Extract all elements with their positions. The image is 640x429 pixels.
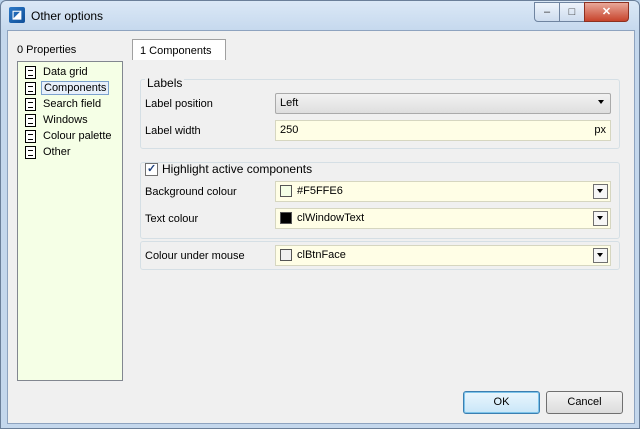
text-colour-value: clWindowText <box>297 212 365 224</box>
list-item[interactable]: Windows <box>23 113 115 128</box>
label-width-input[interactable]: 250 px <box>275 120 611 141</box>
maximize-button[interactable]: □ <box>559 2 585 22</box>
properties-label: 0 Properties <box>17 44 77 56</box>
dialog-client: 0 Properties Data grid Components Search… <box>7 30 635 424</box>
labels-group-title: Labels <box>145 76 185 90</box>
colour-under-mouse-select[interactable]: clBtnFace <box>275 245 611 266</box>
list-item-label: Colour palette <box>43 130 112 142</box>
minimize-button[interactable]: ‒ <box>534 2 560 22</box>
label-width-value: 250 <box>280 124 299 136</box>
chevron-down-icon <box>595 96 608 109</box>
colour-swatch <box>280 249 292 261</box>
window-title: Other options <box>31 9 104 23</box>
document-icon <box>25 146 36 159</box>
highlight-checkbox-label[interactable]: Highlight active components <box>162 162 312 176</box>
document-icon <box>25 130 36 143</box>
properties-list[interactable]: Data grid Components Search field Window… <box>17 61 123 381</box>
background-colour-label: Background colour <box>145 186 237 198</box>
background-colour-select[interactable]: #F5FFE6 <box>275 181 611 202</box>
close-button[interactable]: ✕ <box>584 2 629 22</box>
list-item-label: Search field <box>43 98 102 110</box>
colour-under-mouse-value: clBtnFace <box>297 249 346 261</box>
background-colour-value: #F5FFE6 <box>297 185 343 197</box>
tab-components[interactable]: 1 Components <box>132 39 226 60</box>
title-bar[interactable]: ◪ Other options ‒ □ ✕ <box>1 1 639 30</box>
document-icon <box>25 114 36 127</box>
document-icon <box>25 82 36 95</box>
document-icon <box>25 98 36 111</box>
chevron-down-icon[interactable] <box>593 184 608 199</box>
label-position-label: Label position <box>145 98 213 110</box>
dialog-window: ◪ Other options ‒ □ ✕ 0 Properties Data … <box>0 0 640 429</box>
document-icon <box>25 66 36 79</box>
colour-under-mouse-label: Colour under mouse <box>145 250 245 262</box>
list-item[interactable]: Other <box>23 145 115 160</box>
list-item-label: Data grid <box>43 66 88 78</box>
cancel-button[interactable]: Cancel <box>546 391 623 414</box>
label-width-unit: px <box>594 124 606 136</box>
tab-label: 1 Components <box>140 45 212 57</box>
list-item[interactable]: Search field <box>23 97 115 112</box>
text-colour-select[interactable]: clWindowText <box>275 208 611 229</box>
label-position-value: Left <box>280 97 299 109</box>
highlight-checkbox[interactable] <box>145 162 158 176</box>
list-item-label: Windows <box>43 114 88 126</box>
colour-swatch <box>280 185 292 197</box>
list-item-label: Components <box>41 81 110 95</box>
list-item[interactable]: Colour palette <box>23 129 115 144</box>
label-position-select[interactable]: Left <box>275 93 611 114</box>
app-icon: ◪ <box>9 7 25 23</box>
list-item[interactable]: Data grid <box>23 65 115 80</box>
colour-swatch <box>280 212 292 224</box>
text-colour-label: Text colour <box>145 213 199 225</box>
chevron-down-icon[interactable] <box>593 248 608 263</box>
chevron-down-icon[interactable] <box>593 211 608 226</box>
list-item[interactable]: Components <box>23 81 115 96</box>
ok-button[interactable]: OK <box>463 391 540 414</box>
label-width-label: Label width <box>145 125 201 137</box>
list-item-label: Other <box>43 146 71 158</box>
